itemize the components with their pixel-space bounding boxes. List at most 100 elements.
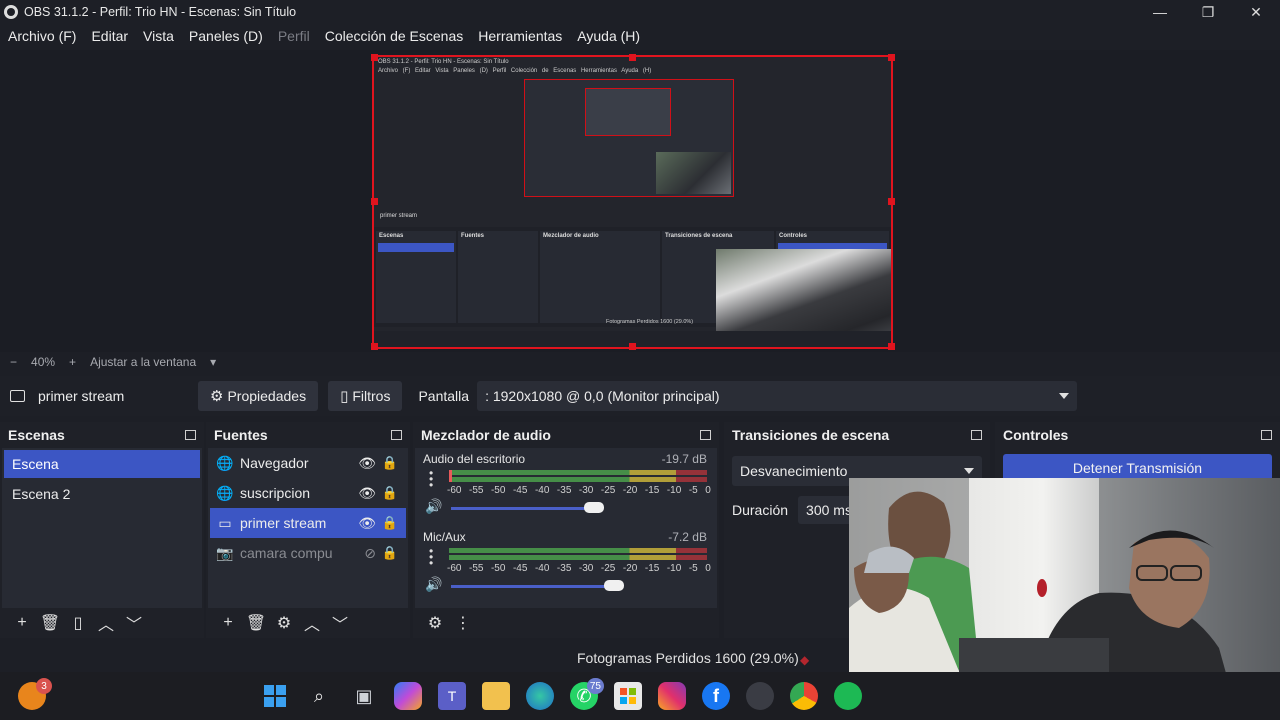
more-vertical-icon[interactable]: • • •: [429, 467, 433, 491]
close-button[interactable]: ✕: [1232, 0, 1280, 24]
menu-edit[interactable]: Editar: [91, 28, 128, 44]
trash-icon[interactable]: 🗑: [242, 613, 270, 633]
copilot-icon[interactable]: [394, 682, 422, 710]
menu-scene-collection[interactable]: Colección de Escenas: [325, 28, 464, 44]
menu-profile[interactable]: Perfil: [278, 28, 310, 44]
nested-title: OBS 31.1.2 - Perfil: Trio HN - Escenas: …: [378, 59, 509, 65]
undock-icon[interactable]: [700, 430, 711, 440]
slider-knob[interactable]: [603, 580, 624, 591]
slider-track: [451, 507, 594, 510]
teams-icon[interactable]: T: [438, 682, 466, 710]
move-down-icon[interactable]: ﹀: [120, 611, 148, 635]
resize-handle-r[interactable]: [888, 198, 895, 205]
filter-icon[interactable]: ▯: [64, 613, 92, 633]
eye-icon[interactable]: 👁: [358, 515, 376, 532]
zoom-dropdown-icon[interactable]: ▾: [210, 355, 216, 369]
task-view-icon[interactable]: ▣: [350, 682, 378, 710]
file-explorer-icon[interactable]: [482, 682, 510, 710]
zoom-out-button[interactable]: −: [10, 355, 17, 369]
resize-handle-l[interactable]: [371, 198, 378, 205]
add-source-button[interactable]: +: [214, 614, 242, 632]
resize-handle-b[interactable]: [629, 343, 636, 350]
eye-icon[interactable]: 👁: [358, 455, 376, 472]
channel-db: -7.2 dB: [668, 530, 707, 544]
move-up-icon[interactable]: ︿: [92, 611, 120, 635]
advanced-audio-gear-icon[interactable]: ⚙: [421, 613, 449, 633]
instagram-icon[interactable]: [658, 682, 686, 710]
move-down-icon[interactable]: ﹀: [326, 611, 354, 635]
gear-icon[interactable]: ⚙: [270, 613, 298, 633]
menu-help[interactable]: Ayuda (H): [577, 28, 640, 44]
nested-dock-mixer: Mezclador de audio: [540, 231, 660, 323]
maximize-button[interactable]: ❐: [1184, 0, 1232, 24]
resize-handle-t[interactable]: [629, 54, 636, 61]
display-select[interactable]: : 1920x1080 @ 0,0 (Monitor principal): [477, 381, 1078, 411]
obs-icon[interactable]: [746, 682, 774, 710]
volume-slider[interactable]: 🔊: [423, 576, 707, 594]
dropped-frames: Fotogramas Perdidos 1600 (29.0%): [577, 650, 799, 666]
undock-icon[interactable]: [391, 430, 402, 440]
undock-icon[interactable]: [185, 430, 196, 440]
spotify-icon[interactable]: [834, 682, 862, 710]
chevron-down-icon: [1059, 393, 1070, 399]
monitor-icon: [10, 390, 25, 402]
undock-icon[interactable]: [971, 430, 982, 440]
status-bar: Fotogramas Perdidos 1600 (29.0%) ◆: [0, 644, 1280, 672]
preview-canvas[interactable]: OBS 31.1.2 - Perfil: Trio HN - Escenas: …: [372, 55, 893, 349]
filter-icon: ▯: [340, 388, 349, 405]
mixer-channel: Mic/Aux -7.2 dB • • • -60 -55 -50 -45 -40 -35 -3…: [415, 526, 717, 604]
zoom-bar: − 40% + Ajustar a la ventana ▾: [0, 352, 1280, 372]
slider-knob[interactable]: [583, 502, 604, 513]
menu-tools[interactable]: Herramientas: [478, 28, 562, 44]
windows-start-icon[interactable]: [261, 682, 289, 710]
more-vertical-icon[interactable]: ⋮: [449, 613, 477, 633]
facebook-icon[interactable]: f: [702, 682, 730, 710]
eye-slash-icon[interactable]: ⊘: [364, 545, 376, 562]
volume-slider[interactable]: 🔊: [423, 498, 707, 516]
lock-icon[interactable]: 🔒: [382, 515, 398, 531]
sources-title: Fuentes: [214, 427, 268, 443]
search-icon[interactable]: ⌕: [305, 682, 333, 710]
resize-handle-tr[interactable]: [888, 54, 895, 61]
speaker-icon[interactable]: 🔊: [425, 576, 442, 593]
source-item[interactable]: 📷 camara compu ⊘ 🔒: [210, 538, 406, 568]
scenes-title: Escenas: [8, 427, 65, 443]
channel-db: -19.7 dB: [661, 452, 707, 466]
sources-list: 🌐 Navegador 👁 🔒 🌐 suscripcion 👁 🔒 ▭ prim…: [208, 448, 408, 608]
lock-icon[interactable]: 🔒: [382, 485, 398, 501]
chrome-icon[interactable]: [790, 682, 818, 710]
scene-item[interactable]: Escena 2: [4, 480, 200, 508]
windows-taskbar: 3 ⌕ ▣ T ✆ 75 f: [0, 672, 1280, 720]
source-item[interactable]: 🌐 suscripcion 👁 🔒: [210, 478, 406, 508]
sources-dock: Fuentes 🌐 Navegador 👁 🔒 🌐 suscripcion 👁 …: [206, 422, 410, 638]
more-vertical-icon[interactable]: • • •: [429, 545, 433, 569]
filters-button[interactable]: ▯ Filtros: [328, 381, 403, 411]
add-scene-button[interactable]: +: [8, 614, 36, 632]
nested-dock-sources: Fuentes: [458, 231, 538, 323]
lock-icon[interactable]: 🔒: [382, 545, 398, 561]
microsoft-store-icon[interactable]: [614, 682, 642, 710]
menu-docks[interactable]: Paneles (D): [189, 28, 263, 44]
menu-file[interactable]: Archivo (F): [8, 28, 76, 44]
resize-handle-bl[interactable]: [371, 343, 378, 350]
fit-window-button[interactable]: Ajustar a la ventana: [90, 355, 196, 369]
undock-icon[interactable]: [1261, 430, 1272, 440]
resize-handle-br[interactable]: [888, 343, 895, 350]
trash-icon[interactable]: 🗑: [36, 613, 64, 633]
eye-icon[interactable]: 👁: [358, 485, 376, 502]
move-up-icon[interactable]: ︿: [298, 611, 326, 635]
zoom-level: 40%: [31, 355, 56, 369]
zoom-in-button[interactable]: +: [69, 355, 76, 369]
resize-handle-tl[interactable]: [371, 54, 378, 61]
firefox-icon[interactable]: 3: [18, 678, 52, 710]
lock-icon[interactable]: 🔒: [382, 455, 398, 471]
menu-view[interactable]: Vista: [143, 28, 174, 44]
source-item[interactable]: ▭ primer stream 👁 🔒: [210, 508, 406, 538]
scene-item[interactable]: Escena: [4, 450, 200, 478]
minimize-button[interactable]: —: [1136, 0, 1184, 24]
speaker-icon[interactable]: 🔊: [425, 498, 442, 515]
edge-icon[interactable]: [526, 682, 554, 710]
properties-button[interactable]: ⚙ Propiedades: [198, 381, 319, 411]
whatsapp-icon[interactable]: ✆ 75: [570, 678, 604, 710]
source-item[interactable]: 🌐 Navegador 👁 🔒: [210, 448, 406, 478]
